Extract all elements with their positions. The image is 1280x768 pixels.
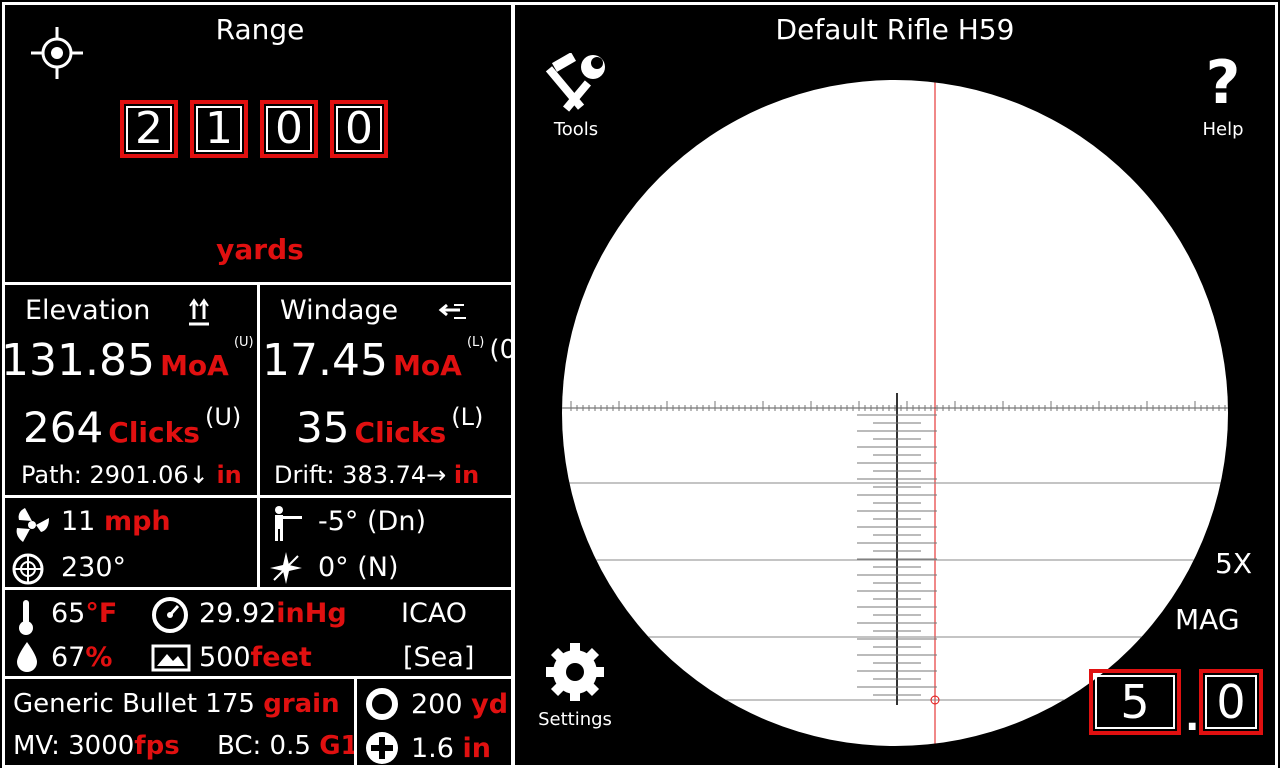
- shooter-icon: [270, 504, 304, 542]
- zero-range: 200 yd: [411, 689, 509, 720]
- elevation-clicks-label: Clicks: [108, 416, 200, 449]
- windage-unit: MoA: [393, 349, 462, 382]
- help-button[interactable]: ? Help: [1193, 53, 1253, 140]
- compass-icon: [11, 552, 45, 586]
- temperature: 65°F: [51, 598, 118, 629]
- bullet-bc: BC: 0.5 G1: [217, 731, 357, 761]
- tools-label: Tools: [553, 119, 599, 140]
- atmosphere-standard[interactable]: ICAO: [401, 598, 467, 629]
- elevation-unit: MoA: [160, 349, 229, 382]
- help-label: Help: [1202, 119, 1244, 140]
- double-up-arrow-icon: [187, 297, 211, 327]
- elevation-path: Path: 2901.06↓ in: [21, 461, 242, 489]
- shoot-angle: -5° (Dn): [318, 506, 426, 537]
- path-label: Path: 2901.06↓: [21, 461, 209, 489]
- fan-icon: [13, 506, 51, 544]
- windage-clicks-dir: (L): [451, 403, 484, 431]
- elevation-clicks-dir: (U): [205, 403, 242, 431]
- zero-panel[interactable]: 200 yd 1.6 in: [354, 676, 514, 768]
- zoom-label: 5X: [1215, 547, 1252, 580]
- settings-label: Settings: [538, 709, 612, 730]
- windage-clicks-value: 35: [296, 403, 350, 452]
- elevation-panel[interactable]: Elevation 131.85 MoA (U) (0 264 Clicks (…: [2, 282, 260, 498]
- atmosphere-panel[interactable]: 65°F 29.92inHg ICAO 67% 500feet [Sea]: [2, 587, 514, 679]
- thermometer-icon: [15, 598, 37, 636]
- wind-left-arrow-icon: [438, 301, 468, 325]
- sight-height: 1.6 in: [411, 733, 492, 764]
- humidity-drop-icon: [15, 640, 39, 674]
- path-unit: in: [216, 461, 242, 489]
- range-digit-3[interactable]: 0: [260, 100, 318, 158]
- bullet-name: Generic Bullet 175 grain: [13, 689, 340, 719]
- range-panel: Range 2 1 0 0 yards: [2, 2, 514, 285]
- cant-angle: 0° (N): [318, 552, 399, 583]
- mag-digit-1[interactable]: 5: [1089, 669, 1181, 735]
- windage-value: 17.45: [262, 335, 388, 386]
- elevation-clicks-value: 264: [23, 403, 104, 452]
- mag-digit-2[interactable]: 0: [1199, 669, 1263, 735]
- windage-tail: (0): [489, 335, 511, 365]
- drift-unit: in: [453, 461, 480, 489]
- windage-drift: Drift: 383.74→ in: [274, 461, 479, 489]
- mag-label: MAG: [1175, 603, 1240, 636]
- wind-direction: 230°: [61, 552, 127, 583]
- elevation-moa: 131.85 MoA (U) (0: [2, 335, 257, 386]
- wind-speed: 11 mph: [61, 506, 171, 537]
- windage-dir: (L): [466, 335, 485, 350]
- range-unit[interactable]: yards: [5, 233, 511, 266]
- elevation-clicks: 264 Clicks (U): [23, 403, 241, 452]
- windage-moa: 17.45 MoA (L) (0): [262, 335, 511, 386]
- settings-gear-icon: [546, 643, 604, 701]
- gauge-icon: [151, 596, 189, 634]
- tools-button[interactable]: Tools: [541, 53, 611, 140]
- reticle-view[interactable]: [515, 5, 1275, 765]
- humidity: 67%: [51, 642, 113, 673]
- windage-clicks: 35 Clicks (L): [296, 403, 483, 452]
- tools-icon: [545, 53, 605, 112]
- windage-title: Windage: [280, 295, 399, 326]
- zero-ring-icon: [365, 687, 399, 721]
- elevation-value: 131.85: [2, 335, 155, 386]
- elevation-title: Elevation: [25, 295, 151, 326]
- pressure: 29.92inHg: [199, 598, 347, 629]
- angle-panel[interactable]: -5° (Dn) 0° (N): [257, 495, 514, 590]
- range-title: Range: [215, 13, 305, 46]
- range-digit-1[interactable]: 2: [120, 100, 178, 158]
- drift-label: Drift: 383.74→: [274, 461, 447, 489]
- mag-separator: .: [1185, 695, 1200, 739]
- scope-panel: Default Rifle H59 Tools ? Help Settings …: [512, 2, 1278, 768]
- altitude: 500feet: [199, 642, 312, 673]
- range-digit-4[interactable]: 0: [330, 100, 388, 158]
- windage-panel[interactable]: Windage 17.45 MoA (L) (0) 35 Clicks (L) …: [257, 282, 514, 498]
- elevation-dir: (U): [233, 335, 254, 350]
- atmosphere-standard-sub[interactable]: [Sea]: [403, 642, 474, 673]
- sight-height-icon: [365, 731, 399, 765]
- landscape-icon: [151, 644, 191, 672]
- cant-compass-icon: [268, 550, 304, 586]
- range-digit-2[interactable]: 1: [190, 100, 248, 158]
- bullet-mv: MV: 3000fps: [13, 731, 180, 761]
- settings-button[interactable]: Settings: [537, 641, 613, 730]
- wind-panel[interactable]: 11 mph 230°: [2, 495, 260, 590]
- bullet-panel[interactable]: Generic Bullet 175 grain MV: 3000fps BC:…: [2, 676, 357, 768]
- help-icon: ?: [1205, 48, 1241, 118]
- windage-clicks-label: Clicks: [354, 416, 447, 449]
